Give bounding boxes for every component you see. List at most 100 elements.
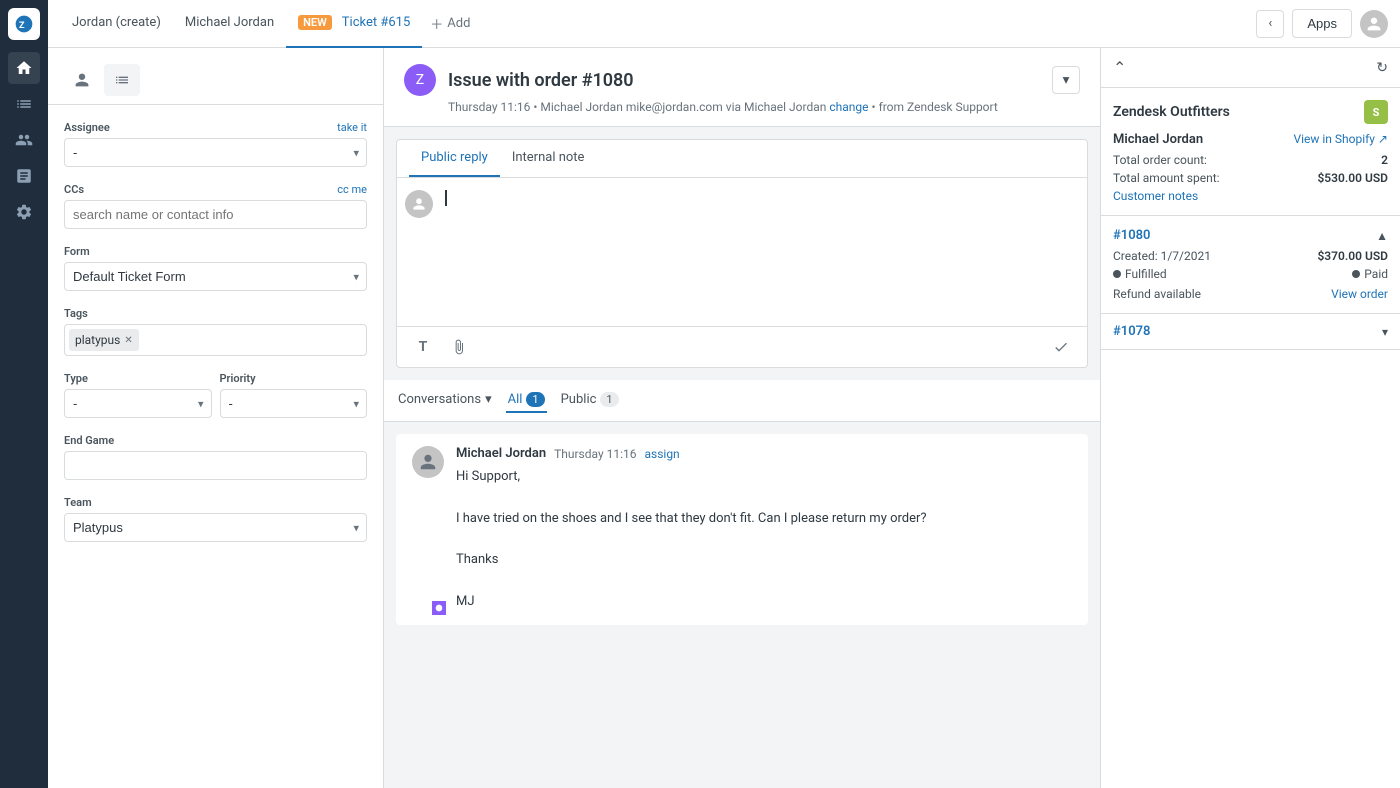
customer-name: Michael Jordan xyxy=(1113,132,1203,147)
order-1078-number: #1078 xyxy=(1113,324,1150,339)
type-select[interactable]: - xyxy=(64,389,212,418)
conv-public-badge: 1 xyxy=(600,392,618,407)
total-order-count-label: Total order count: xyxy=(1113,153,1207,167)
tags-container[interactable]: platypus ✕ xyxy=(64,324,367,356)
ccs-label: CCs xyxy=(64,183,84,196)
assignee-select[interactable]: - xyxy=(64,138,367,167)
tab-ticket-badge: NEW xyxy=(298,15,332,30)
order-1080-header[interactable]: #1080 ▲ xyxy=(1113,228,1388,243)
conv-tab-all[interactable]: All 1 xyxy=(506,388,547,413)
form-select[interactable]: Default Ticket Form xyxy=(64,262,367,291)
right-panel: ⌃ ↻ Zendesk Outfitters S Michael Jordan … xyxy=(1100,48,1400,788)
conv-tab-public[interactable]: Public 1 xyxy=(559,388,621,413)
ccs-field: CCs cc me xyxy=(64,183,367,229)
ticket-change-link[interactable]: change xyxy=(829,100,868,114)
order-1078-section: #1078 ▾ xyxy=(1101,314,1400,350)
ticket-dropdown-button[interactable]: ▾ xyxy=(1052,66,1080,94)
panel-refresh-button[interactable]: ↻ xyxy=(1376,60,1388,76)
sidebar-item-reports[interactable] xyxy=(8,160,40,192)
sidebar-nav: Z xyxy=(0,0,48,788)
user-avatar[interactable] xyxy=(1360,10,1388,38)
cc-me-link[interactable]: cc me xyxy=(337,183,367,196)
conv-tab-all-label: All xyxy=(508,392,523,407)
text-format-button[interactable]: T xyxy=(409,333,437,361)
end-game-field: End Game xyxy=(64,434,367,480)
total-amount-label: Total amount spent: xyxy=(1113,171,1220,185)
tab-public-reply[interactable]: Public reply xyxy=(409,140,500,177)
tags-label: Tags xyxy=(64,307,88,320)
reply-editor[interactable] xyxy=(441,186,1079,326)
send-button[interactable] xyxy=(1047,333,1075,361)
ccs-input[interactable] xyxy=(64,200,367,229)
tab-bar: Jordan (create) Michael Jordan NEW Ticke… xyxy=(48,0,1400,48)
take-it-link[interactable]: take it xyxy=(337,121,367,134)
view-in-shopify-link[interactable]: View in Shopify ↗ xyxy=(1293,132,1388,146)
conv-tabs: Conversations ▾ All 1 Public 1 xyxy=(384,380,1100,422)
context-tab-details[interactable] xyxy=(104,64,140,96)
view-order-link[interactable]: View order xyxy=(1331,287,1388,301)
team-label: Team xyxy=(64,496,92,509)
ticket-title: Issue with order #1080 xyxy=(448,70,1040,91)
attach-button[interactable] xyxy=(445,333,473,361)
shopify-title: Zendesk Outfitters xyxy=(1113,104,1230,120)
tab-add-button[interactable]: ＋ Add xyxy=(422,14,478,33)
sidebar-item-settings[interactable] xyxy=(8,196,40,228)
conv-all-badge: 1 xyxy=(526,392,544,407)
message-avatar xyxy=(412,446,444,478)
assign-link[interactable]: assign xyxy=(644,447,679,461)
conv-tab-conversations[interactable]: Conversations ▾ xyxy=(396,388,494,413)
context-tab-user[interactable] xyxy=(64,64,100,96)
tab-michael-jordan[interactable]: Michael Jordan xyxy=(173,0,286,48)
ticket-meta: Thursday 11:16 • Michael Jordan mike@jor… xyxy=(448,100,1080,114)
type-priority-row: Type - Priority xyxy=(64,372,367,418)
tab-nav-prev[interactable]: ‹ xyxy=(1256,10,1284,38)
fulfilled-label: Fulfilled xyxy=(1125,267,1167,281)
editor-cursor xyxy=(445,190,447,206)
tag-remove-icon[interactable]: ✕ xyxy=(124,335,132,346)
form-label: Form xyxy=(64,245,90,258)
add-icon: ＋ xyxy=(430,14,443,33)
customer-notes-link[interactable]: Customer notes xyxy=(1113,189,1388,203)
form-field: Form Default Ticket Form xyxy=(64,245,367,291)
assignee-label: Assignee xyxy=(64,121,110,134)
order-1078-header[interactable]: #1078 ▾ xyxy=(1113,324,1388,339)
order-1080-chevron: ▲ xyxy=(1376,229,1388,243)
shopify-section: Zendesk Outfitters S Michael Jordan View… xyxy=(1101,88,1400,216)
tab-jordan-create[interactable]: Jordan (create) xyxy=(60,0,173,48)
ticket-timestamp: Thursday 11:16 xyxy=(448,100,530,114)
conv-tab-public-label: Public xyxy=(561,392,597,407)
shopify-logo: S xyxy=(1364,100,1388,124)
total-order-count-value: 2 xyxy=(1381,153,1388,167)
team-select[interactable]: Platypus xyxy=(64,513,367,542)
tab-internal-note[interactable]: Internal note xyxy=(500,140,597,177)
refund-available-label: Refund available xyxy=(1113,287,1201,301)
order-1080-section: #1080 ▲ Created: 1/7/2021 $370.00 USD Fu… xyxy=(1101,216,1400,314)
conv-tab-conversations-label: Conversations xyxy=(398,392,481,407)
reply-user-avatar xyxy=(405,190,433,218)
fulfilled-dot xyxy=(1113,270,1121,278)
ticket-author: Michael Jordan xyxy=(540,100,622,114)
order-1080-paid-status: Paid xyxy=(1352,267,1388,281)
apps-button[interactable]: Apps xyxy=(1292,9,1352,38)
team-field: Team Platypus xyxy=(64,496,367,542)
reply-area: Public reply Internal note xyxy=(396,139,1088,368)
ticket-main: Z Issue with order #1080 ▾ Thursday 11:1… xyxy=(384,48,1100,788)
ticket-source-icon: Z xyxy=(404,64,436,96)
tab-michael-jordan-label: Michael Jordan xyxy=(185,15,274,30)
total-amount-value: $530.00 USD xyxy=(1317,171,1388,185)
priority-field: Priority - xyxy=(220,372,368,418)
panel-collapse-button[interactable]: ⌃ xyxy=(1113,58,1126,77)
svg-text:Z: Z xyxy=(19,21,25,31)
tag-label: platypus xyxy=(75,333,120,347)
sidebar-item-views[interactable] xyxy=(8,88,40,120)
ticket-via: via Michael Jordan xyxy=(726,100,827,114)
assignee-field: Assignee take it - xyxy=(64,121,367,167)
sidebar-item-customers[interactable] xyxy=(8,124,40,156)
sidebar-item-home[interactable] xyxy=(8,52,40,84)
shopify-logo-letter: S xyxy=(1373,106,1380,119)
tab-ticket-615[interactable]: NEW Ticket #615 xyxy=(286,0,422,48)
tag-platypus: platypus ✕ xyxy=(69,329,139,351)
end-game-input[interactable] xyxy=(64,451,367,480)
reply-toolbar: T xyxy=(397,326,1087,367)
priority-select[interactable]: - xyxy=(220,389,368,418)
